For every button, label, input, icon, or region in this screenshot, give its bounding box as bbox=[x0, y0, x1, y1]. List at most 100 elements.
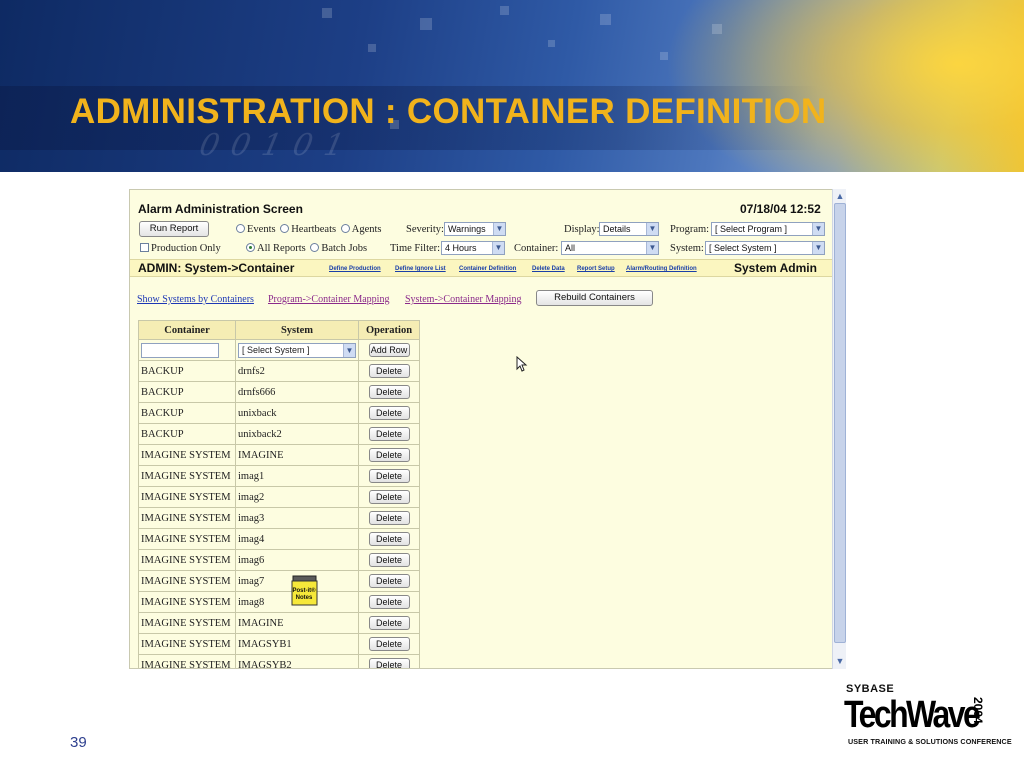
delete-button[interactable]: Delete bbox=[368, 406, 410, 420]
radio-agents[interactable] bbox=[340, 224, 350, 233]
table-row: BACKUP drnfs666 Delete bbox=[138, 381, 420, 403]
link-delete-data[interactable]: Delete Data bbox=[532, 266, 565, 272]
operation-cell: Delete bbox=[358, 444, 420, 466]
container-cell: IMAGINE SYSTEM bbox=[138, 444, 236, 466]
container-select[interactable]: All ▼ bbox=[561, 241, 659, 255]
container-cell: BACKUP bbox=[138, 423, 236, 445]
new-system-cell: [ Select System ] ▼ bbox=[235, 339, 359, 361]
vertical-scrollbar[interactable]: ▲ ▼ bbox=[832, 189, 846, 669]
container-label: Container: bbox=[514, 243, 559, 254]
header-operation: Operation bbox=[358, 320, 420, 340]
chevron-down-icon: ▼ bbox=[343, 343, 355, 357]
chevron-down-icon: ▼ bbox=[812, 242, 824, 254]
delete-button[interactable]: Delete bbox=[368, 385, 410, 399]
delete-button[interactable]: Delete bbox=[368, 511, 410, 525]
new-system-value: [ Select System ] bbox=[242, 344, 310, 355]
report-type-radios: Events Heartbeats Agents bbox=[236, 224, 381, 235]
banner-square bbox=[368, 44, 376, 52]
system-cell: imag4 bbox=[235, 528, 359, 550]
system-cell: unixback2 bbox=[235, 423, 359, 445]
logo-product: TechWave bbox=[844, 694, 981, 736]
banner-square bbox=[420, 18, 432, 30]
rebuild-containers-button[interactable]: Rebuild Containers bbox=[536, 290, 653, 306]
new-operation-cell: Add Row bbox=[358, 339, 420, 361]
page-number: 39 bbox=[70, 734, 87, 751]
new-row: [ Select System ] ▼ Add Row bbox=[138, 339, 420, 361]
radio-events[interactable] bbox=[236, 224, 245, 233]
postit-label-line2: Notes bbox=[296, 595, 313, 601]
table-row: IMAGINE SYSTEM IMAGSYB2 Delete bbox=[138, 654, 420, 668]
container-cell: IMAGINE SYSTEM bbox=[138, 549, 236, 571]
admin-bar: ADMIN: System->Container Define Producti… bbox=[130, 259, 833, 277]
header-system: System bbox=[235, 320, 359, 340]
post-it-notes-icon[interactable]: Post-it® Notes bbox=[291, 575, 319, 606]
operation-cell: Delete bbox=[358, 570, 420, 592]
banner-square bbox=[660, 52, 668, 60]
container-table: Container System Operation [ Select Syst… bbox=[138, 320, 420, 668]
radio-batch-jobs[interactable] bbox=[310, 243, 320, 252]
system-cell: unixback bbox=[235, 402, 359, 424]
container-cell: IMAGINE SYSTEM bbox=[138, 591, 236, 613]
system-cell: imag1 bbox=[235, 465, 359, 487]
system-select[interactable]: [ Select System ] ▼ bbox=[705, 241, 825, 255]
delete-button[interactable]: Delete bbox=[368, 364, 410, 378]
link-show-systems-by-containers[interactable]: Show Systems by Containers bbox=[137, 294, 254, 305]
run-report-button[interactable]: Run Report bbox=[139, 221, 209, 237]
delete-button[interactable]: Delete bbox=[368, 469, 410, 483]
link-define-production[interactable]: Define Production bbox=[329, 266, 381, 272]
scroll-thumb[interactable] bbox=[834, 203, 846, 643]
link-report-setup[interactable]: Report Setup bbox=[577, 266, 615, 272]
scroll-up-icon[interactable]: ▲ bbox=[834, 190, 846, 202]
delete-button[interactable]: Delete bbox=[368, 637, 410, 651]
production-only-label: Production Only bbox=[151, 243, 221, 254]
delete-button[interactable]: Delete bbox=[368, 658, 410, 668]
link-define-ignore-list[interactable]: Define Ignore List bbox=[395, 266, 446, 272]
radio-all-reports[interactable] bbox=[246, 243, 255, 252]
delete-button[interactable]: Delete bbox=[368, 427, 410, 441]
time-filter-value: 4 Hours bbox=[445, 243, 477, 253]
delete-button[interactable]: Delete bbox=[368, 616, 410, 630]
link-system-container-mapping[interactable]: System->Container Mapping bbox=[405, 294, 521, 305]
header-container: Container bbox=[138, 320, 236, 340]
operation-cell: Delete bbox=[358, 465, 420, 487]
link-alarm-routing-definition[interactable]: Alarm/Routing Definition bbox=[626, 266, 697, 272]
link-program-container-mapping[interactable]: Program->Container Mapping bbox=[268, 294, 389, 305]
new-system-select[interactable]: [ Select System ] ▼ bbox=[238, 342, 356, 358]
severity-select[interactable]: Warnings ▼ bbox=[444, 222, 506, 236]
logo-tagline: USER TRAINING & SOLUTIONS CONFERENCE bbox=[848, 737, 1012, 746]
table-row: IMAGINE SYSTEM imag8 Delete bbox=[138, 591, 420, 613]
radio-heartbeats[interactable] bbox=[280, 224, 290, 233]
delete-button[interactable]: Delete bbox=[368, 574, 410, 588]
scroll-down-icon[interactable]: ▼ bbox=[834, 655, 846, 667]
container-cell: IMAGINE SYSTEM bbox=[138, 633, 236, 655]
container-cell: IMAGINE SYSTEM bbox=[138, 507, 236, 529]
program-value: [ Select Program ] bbox=[715, 224, 788, 234]
link-container-definition[interactable]: Container Definition bbox=[459, 266, 516, 272]
banner-square bbox=[500, 6, 509, 15]
display-select[interactable]: Details ▼ bbox=[599, 222, 659, 236]
delete-button[interactable]: Delete bbox=[368, 490, 410, 504]
container-cell: IMAGINE SYSTEM bbox=[138, 465, 236, 487]
system-cell: imag2 bbox=[235, 486, 359, 508]
table-row: BACKUP unixback2 Delete bbox=[138, 423, 420, 445]
time-filter-label: Time Filter: bbox=[390, 243, 441, 254]
container-cell: IMAGINE SYSTEM bbox=[138, 612, 236, 634]
system-label: System: bbox=[670, 243, 704, 254]
production-only-checkbox[interactable] bbox=[140, 243, 149, 252]
delete-button[interactable]: Delete bbox=[368, 448, 410, 462]
radio-all-reports-label: All Reports bbox=[257, 243, 306, 254]
delete-button[interactable]: Delete bbox=[368, 553, 410, 567]
delete-button[interactable]: Delete bbox=[368, 532, 410, 546]
screen-title: Alarm Administration Screen bbox=[138, 202, 303, 216]
logo-year: 2004 bbox=[971, 697, 985, 724]
delete-button[interactable]: Delete bbox=[368, 595, 410, 609]
time-filter-select[interactable]: 4 Hours ▼ bbox=[441, 241, 505, 255]
display-label: Display: bbox=[564, 224, 600, 235]
add-row-button[interactable]: Add Row bbox=[368, 343, 410, 357]
techwave-logo: SYBASE TechWave 2004 USER TRAINING & SOL… bbox=[844, 683, 1012, 753]
system-cell: IMAGSYB2 bbox=[235, 654, 359, 668]
operation-cell: Delete bbox=[358, 507, 420, 529]
new-container-input[interactable] bbox=[141, 342, 219, 358]
production-only[interactable]: Production Only bbox=[140, 243, 221, 254]
program-select[interactable]: [ Select Program ] ▼ bbox=[711, 222, 825, 236]
